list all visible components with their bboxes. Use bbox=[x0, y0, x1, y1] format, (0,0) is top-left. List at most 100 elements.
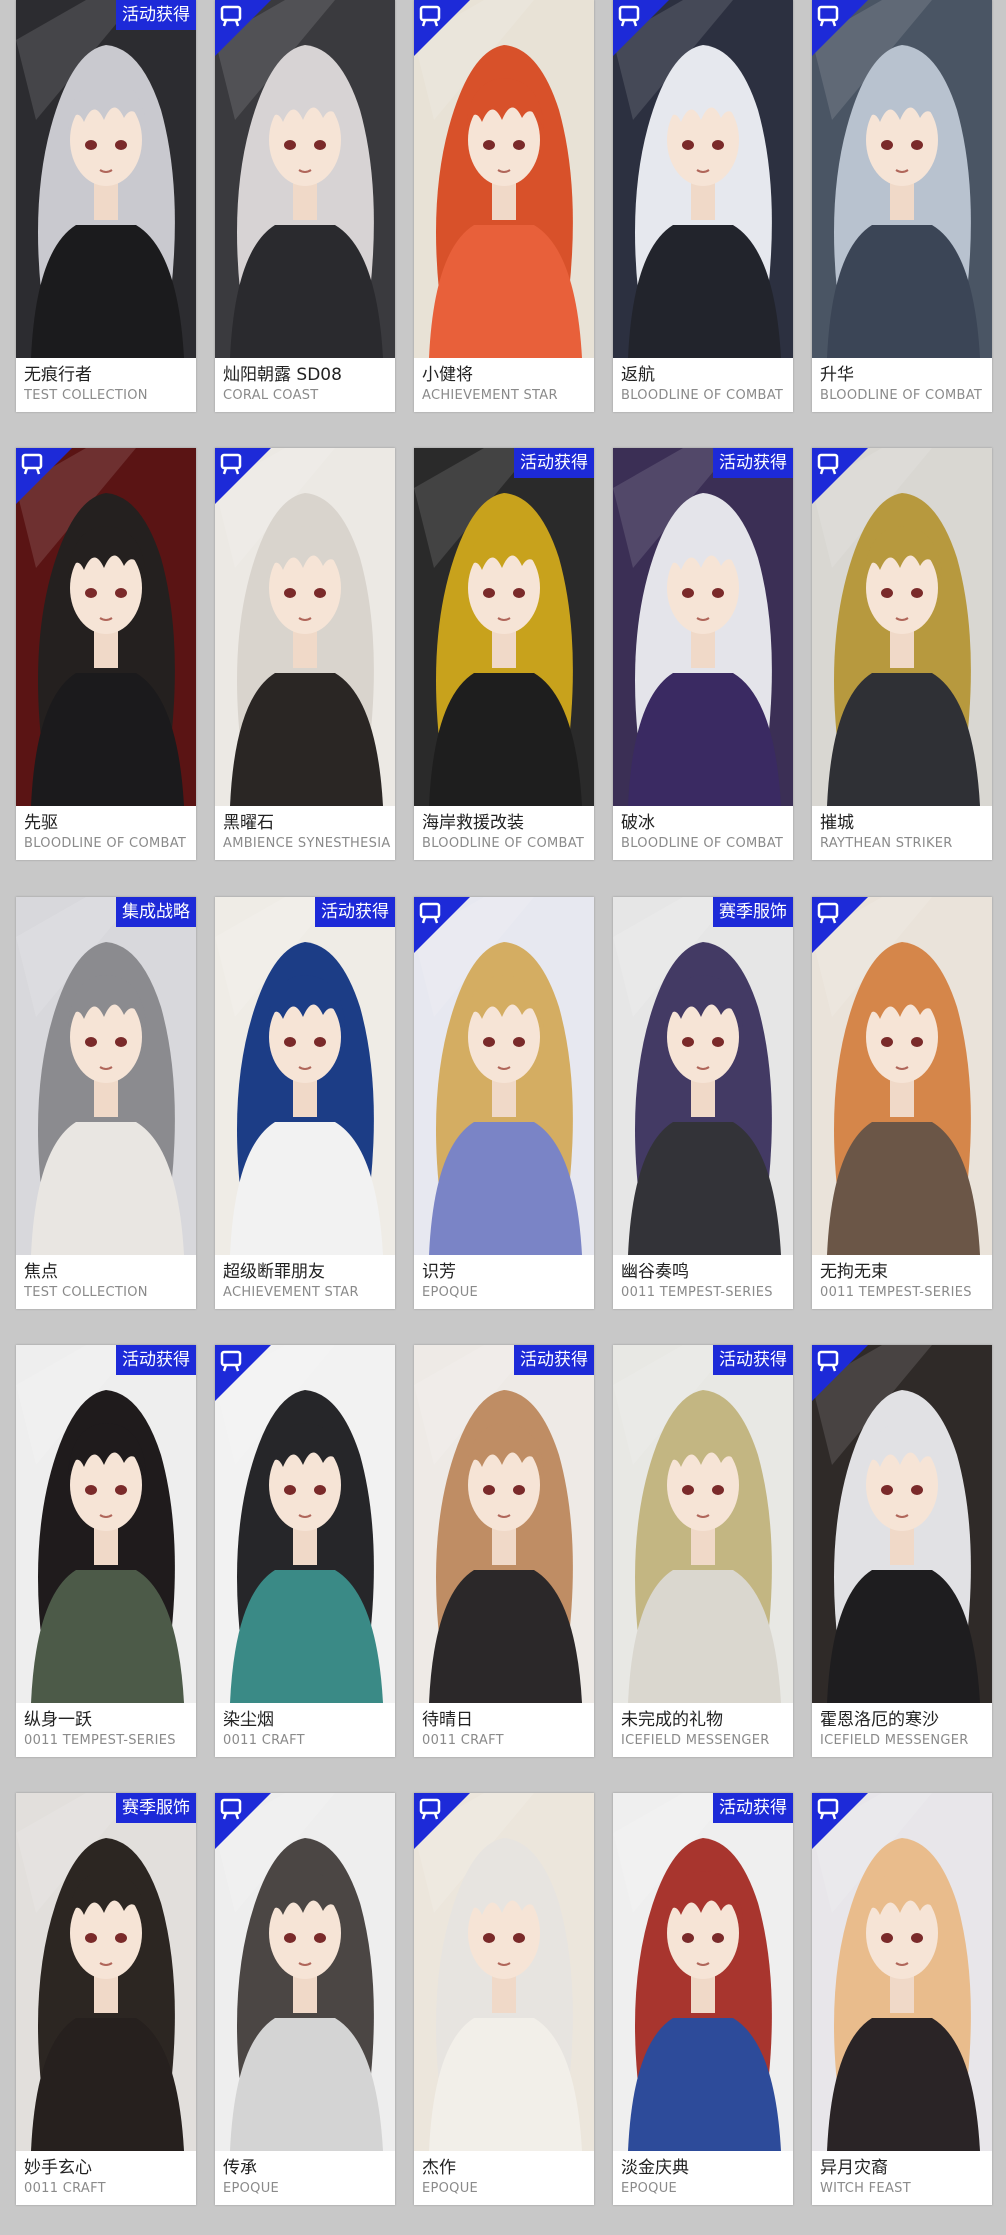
skin-info: 小健将 ACHIEVEMENT STAR bbox=[414, 358, 594, 412]
skin-series: BLOODLINE OF COMBAT bbox=[621, 836, 784, 851]
skin-name: 幽谷奏鸣 bbox=[621, 1262, 689, 1282]
skin-series: TEST COLLECTION bbox=[24, 388, 148, 403]
skin-artwork bbox=[215, 897, 395, 1255]
skin-card[interactable]: 活动获得 纵身一跃 0011 TEMPEST-SERIES bbox=[16, 1345, 196, 1757]
furniture-emblem-icon bbox=[16, 448, 72, 504]
skin-info: 返航 BLOODLINE OF COMBAT bbox=[613, 358, 793, 412]
skin-info: 纵身一跃 0011 TEMPEST-SERIES bbox=[16, 1703, 196, 1757]
furniture-emblem-icon bbox=[812, 1345, 868, 1401]
skin-series: 0011 CRAFT bbox=[422, 1733, 504, 1748]
acquisition-badge: 活动获得 bbox=[514, 448, 594, 478]
skin-name: 传承 bbox=[223, 2158, 257, 2178]
skin-card[interactable]: 赛季服饰 幽谷奏鸣 0011 TEMPEST-SERIES bbox=[613, 897, 793, 1309]
skin-info: 无痕行者 TEST COLLECTION bbox=[16, 358, 196, 412]
furniture-emblem-icon bbox=[215, 0, 271, 56]
skin-card[interactable]: 返航 BLOODLINE OF COMBAT bbox=[613, 0, 793, 412]
skin-card[interactable]: 杰作 EPOQUE bbox=[414, 1793, 594, 2205]
acquisition-badge: 活动获得 bbox=[514, 1345, 594, 1375]
skin-series: 0011 CRAFT bbox=[24, 2181, 106, 2196]
skin-info: 霍恩洛厄的寒沙 ICEFIELD MESSENGER bbox=[812, 1703, 992, 1757]
skin-info: 异月灾裔 WITCH FEAST bbox=[812, 2151, 992, 2205]
skin-name: 妙手玄心 bbox=[24, 2158, 92, 2178]
skin-card[interactable]: 升华 BLOODLINE OF COMBAT bbox=[812, 0, 992, 412]
skin-artwork bbox=[613, 1793, 793, 2151]
skin-card[interactable]: 集成战略焦点 TEST COLLECTION bbox=[16, 897, 196, 1309]
acquisition-badge: 集成战略 bbox=[116, 897, 196, 927]
skin-info: 升华 BLOODLINE OF COMBAT bbox=[812, 358, 992, 412]
skin-card[interactable]: 传承 EPOQUE bbox=[215, 1793, 395, 2205]
skin-name: 纵身一跃 bbox=[24, 1710, 92, 1730]
skin-card[interactable]: 黑曜石 AMBIENCE SYNESTHESIA bbox=[215, 448, 395, 860]
furniture-emblem-icon bbox=[215, 448, 271, 504]
skin-card[interactable]: 无拘无束 0011 TEMPEST-SERIES bbox=[812, 897, 992, 1309]
skin-name: 返航 bbox=[621, 365, 655, 385]
furniture-emblem-icon bbox=[812, 1793, 868, 1849]
skin-series: BLOODLINE OF COMBAT bbox=[24, 836, 187, 851]
skin-card[interactable]: 活动获得 超级断罪朋友 ACHIEVEMENT STAR bbox=[215, 897, 395, 1309]
skin-artwork bbox=[414, 448, 594, 806]
skin-name: 升华 bbox=[820, 365, 854, 385]
skin-info: 焦点 TEST COLLECTION bbox=[16, 1255, 196, 1309]
furniture-emblem-icon bbox=[414, 1793, 470, 1849]
skin-name: 识芳 bbox=[422, 1262, 456, 1282]
skin-artwork bbox=[613, 1345, 793, 1703]
skin-grid: 活动获得 无痕行者 TEST COLLECTION 灿阳朝露 SD08 CORAL CO… bbox=[0, 0, 1006, 2235]
skin-name: 摧城 bbox=[820, 813, 854, 833]
skin-series: 0011 CRAFT bbox=[223, 1733, 305, 1748]
furniture-emblem-icon bbox=[215, 1793, 271, 1849]
skin-series: EPOQUE bbox=[621, 2181, 678, 2196]
skin-card[interactable]: 灿阳朝露 SD08 CORAL COAST bbox=[215, 0, 395, 412]
skin-card[interactable]: 摧城 RAYTHEAN STRIKER bbox=[812, 448, 992, 860]
skin-card[interactable]: 赛季服饰 妙手玄心 0011 CRAFT bbox=[16, 1793, 196, 2205]
skin-card[interactable]: 活动获得破冰 BLOODLINE OF COMBAT bbox=[613, 448, 793, 860]
furniture-emblem-icon bbox=[613, 0, 669, 56]
skin-artwork bbox=[16, 1793, 196, 2151]
acquisition-badge: 活动获得 bbox=[116, 0, 196, 30]
furniture-emblem-icon bbox=[812, 897, 868, 953]
skin-info: 无拘无束 0011 TEMPEST-SERIES bbox=[812, 1255, 992, 1309]
skin-card[interactable]: 活动获得 淡金庆典 EPOQUE bbox=[613, 1793, 793, 2205]
skin-card[interactable]: 小健将 ACHIEVEMENT STAR bbox=[414, 0, 594, 412]
skin-card[interactable]: 活动获得海岸救援改装 BLOODLINE OF COMBAT bbox=[414, 448, 594, 860]
skin-card[interactable]: 活动获得 未完成的礼物 ICEFIELD MESSENGER bbox=[613, 1345, 793, 1757]
skin-series: 0011 TEMPEST-SERIES bbox=[820, 1285, 972, 1300]
skin-artwork bbox=[16, 1345, 196, 1703]
skin-name: 黑曜石 bbox=[223, 813, 274, 833]
skin-name: 焦点 bbox=[24, 1262, 58, 1282]
skin-series: CORAL COAST bbox=[223, 388, 319, 403]
acquisition-badge: 活动获得 bbox=[713, 448, 793, 478]
skin-series: BLOODLINE OF COMBAT bbox=[820, 388, 983, 403]
skin-card[interactable]: 异月灾裔 WITCH FEAST bbox=[812, 1793, 992, 2205]
skin-name: 小健将 bbox=[422, 365, 473, 385]
skin-info: 破冰 BLOODLINE OF COMBAT bbox=[613, 806, 793, 860]
skin-series: BLOODLINE OF COMBAT bbox=[422, 836, 585, 851]
skin-card[interactable]: 先驱 BLOODLINE OF COMBAT bbox=[16, 448, 196, 860]
skin-name: 无拘无束 bbox=[820, 1262, 888, 1282]
skin-info: 未完成的礼物 ICEFIELD MESSENGER bbox=[613, 1703, 793, 1757]
skin-series: EPOQUE bbox=[422, 1285, 479, 1300]
skin-card[interactable]: 活动获得待晴日 0011 CRAFT bbox=[414, 1345, 594, 1757]
skin-name: 异月灾裔 bbox=[820, 2158, 888, 2178]
skin-info: 灿阳朝露 SD08 CORAL COAST bbox=[215, 358, 395, 412]
skin-artwork bbox=[414, 1345, 594, 1703]
skin-card[interactable]: 识芳 EPOQUE bbox=[414, 897, 594, 1309]
furniture-emblem-icon bbox=[812, 0, 868, 56]
skin-artwork bbox=[16, 0, 196, 358]
skin-info: 待晴日 0011 CRAFT bbox=[414, 1703, 594, 1757]
skin-card[interactable]: 染尘烟 0011 CRAFT bbox=[215, 1345, 395, 1757]
furniture-emblem-icon bbox=[414, 897, 470, 953]
skin-info: 传承 EPOQUE bbox=[215, 2151, 395, 2205]
skin-series: EPOQUE bbox=[422, 2181, 479, 2196]
skin-name: 染尘烟 bbox=[223, 1710, 274, 1730]
skin-name: 海岸救援改装 bbox=[422, 813, 524, 833]
skin-name: 超级断罪朋友 bbox=[223, 1262, 325, 1282]
skin-series: 0011 TEMPEST-SERIES bbox=[621, 1285, 773, 1300]
skin-name: 待晴日 bbox=[422, 1710, 473, 1730]
skin-series: 0011 TEMPEST-SERIES bbox=[24, 1733, 176, 1748]
skin-card[interactable]: 活动获得无痕行者 TEST COLLECTION bbox=[16, 0, 196, 412]
furniture-emblem-icon bbox=[812, 448, 868, 504]
skin-series: AMBIENCE SYNESTHESIA bbox=[223, 836, 391, 851]
skin-name: 先驱 bbox=[24, 813, 58, 833]
skin-info: 识芳 EPOQUE bbox=[414, 1255, 594, 1309]
skin-card[interactable]: 霍恩洛厄的寒沙 ICEFIELD MESSENGER bbox=[812, 1345, 992, 1757]
